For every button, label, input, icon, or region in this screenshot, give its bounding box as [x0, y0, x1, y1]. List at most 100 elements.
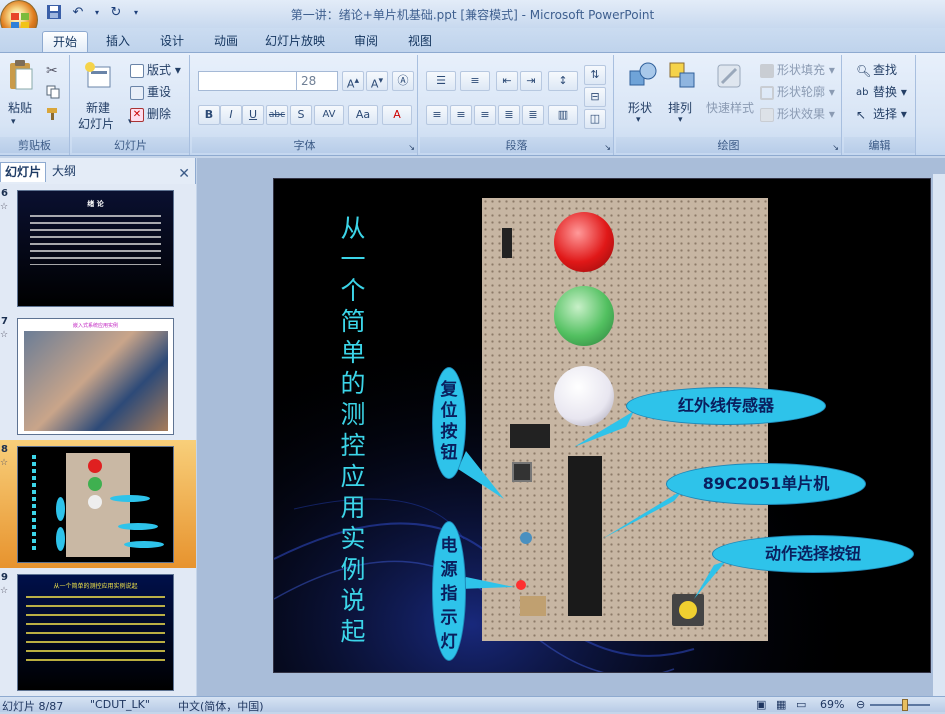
delete-button[interactable]: ✕ 删除: [130, 105, 171, 122]
normal-view-icon[interactable]: ▣: [756, 698, 766, 711]
callout-text: 复位按钮: [440, 380, 458, 463]
format-painter-icon[interactable]: [46, 107, 60, 124]
theme-name: "CDUT_LK": [90, 698, 150, 711]
align-text-icon[interactable]: ⊟: [584, 87, 606, 107]
arrange-dropdown-icon[interactable]: ▾: [678, 115, 683, 125]
vertical-scrollbar[interactable]: [932, 174, 945, 696]
thumbnail-row-9[interactable]: 9 ☆ 从一个简单的测控应用实例说起: [0, 568, 196, 696]
italic-button[interactable]: I: [220, 105, 242, 125]
slide-thumbnail[interactable]: 绪 论: [17, 190, 174, 307]
select-button[interactable]: ↖ 选择 ▾: [856, 105, 907, 122]
drawing-dialog-launcher-icon[interactable]: ↘: [832, 143, 839, 152]
shape-effects-label: 形状效果: [777, 107, 826, 121]
slide-thumbnail[interactable]: 嵌入式系统应用实例: [17, 318, 174, 435]
shapes-icon[interactable]: [628, 61, 658, 91]
line-spacing-icon[interactable]: ↕: [548, 71, 578, 91]
thumbnail-callout: [56, 527, 65, 551]
font-name-combo[interactable]: [198, 71, 298, 91]
numbering-icon[interactable]: ≡: [460, 71, 490, 91]
shape-effects-button[interactable]: 形状效果 ▾: [760, 105, 835, 122]
reset-button[interactable]: 重设: [130, 83, 171, 100]
new-slide-label[interactable]: 新建: [86, 99, 110, 116]
animation-star-icon: ☆: [0, 330, 9, 340]
zoom-out-icon[interactable]: ⊖: [856, 698, 865, 711]
close-icon[interactable]: ✕: [178, 166, 190, 182]
smartart-icon[interactable]: ◫: [584, 109, 606, 129]
tab-insert[interactable]: 插入: [96, 31, 140, 52]
change-case-button[interactable]: Aa: [348, 105, 378, 125]
tab-view[interactable]: 视图: [398, 31, 442, 52]
align-right-icon[interactable]: ≡: [474, 105, 496, 125]
replace-button[interactable]: ab 替换 ▾: [856, 83, 907, 100]
tab-animations[interactable]: 动画: [204, 31, 248, 52]
slide-sorter-icon[interactable]: ▦: [776, 698, 786, 711]
zoom-slider[interactable]: [870, 699, 930, 711]
strikethrough-button[interactable]: abc: [266, 105, 288, 125]
zoom-level[interactable]: 69%: [820, 698, 844, 711]
paste-button[interactable]: 粘贴: [8, 99, 32, 116]
columns-icon[interactable]: ▥: [548, 105, 578, 125]
decrease-indent-icon[interactable]: ⇤: [496, 71, 518, 91]
slide-thumbnails: 6 ☆ 绪 论 7 ☆ 嵌入式系统应用实例 8 ☆ 9 ☆ 从一个简单的测控应用…: [0, 184, 196, 696]
shape-outline-button[interactable]: 形状轮廓 ▾: [760, 83, 835, 100]
cut-icon[interactable]: ✂: [46, 63, 58, 79]
paragraph-dialog-launcher-icon[interactable]: ↘: [604, 143, 611, 152]
shrink-font-icon[interactable]: A▾: [366, 71, 388, 91]
tab-review[interactable]: 审阅: [344, 31, 388, 52]
slide-thumbnail[interactable]: [17, 446, 174, 563]
bullets-icon[interactable]: ☰: [426, 71, 456, 91]
slide-canvas: 从一个简单的测控应用实例说起 复位按钮 红外线传感器 89C2051单片机 电源…: [197, 158, 945, 696]
find-icon: 🔍︎: [856, 63, 872, 78]
tab-slideshow[interactable]: 幻灯片放映: [260, 31, 330, 52]
zoom-slider-thumb[interactable]: [902, 699, 908, 711]
font-dialog-launcher-icon[interactable]: ↘: [408, 143, 415, 152]
tab-slides-panel[interactable]: 幻灯片: [0, 162, 47, 182]
grow-font-icon[interactable]: A▴: [342, 71, 364, 91]
new-slide-icon[interactable]: [84, 61, 112, 91]
thumbnail-row-8[interactable]: 8 ☆: [0, 440, 196, 568]
quick-styles-button[interactable]: 快速样式: [706, 99, 754, 116]
paste-dropdown-icon[interactable]: ▾: [11, 117, 16, 127]
tab-home[interactable]: 开始: [42, 31, 88, 52]
animation-star-icon: ☆: [0, 458, 9, 468]
slide-number: 8: [1, 444, 8, 455]
slideshow-view-icon[interactable]: ▭: [796, 698, 806, 711]
drawing-group-label: 绘图: [616, 137, 841, 153]
shadow-button[interactable]: S: [290, 105, 312, 125]
replace-icon: ab: [856, 86, 869, 98]
tab-design[interactable]: 设计: [150, 31, 194, 52]
distributed-icon[interactable]: ≣: [522, 105, 544, 125]
justify-icon[interactable]: ≣: [498, 105, 520, 125]
slide-thumbnail[interactable]: 从一个简单的测控应用实例说起: [17, 574, 174, 691]
font-size-combo[interactable]: 28: [296, 71, 338, 91]
clear-format-icon[interactable]: Ⓐ: [392, 71, 414, 91]
font-color-button[interactable]: A: [382, 105, 412, 125]
thumbnail-row-6[interactable]: 6 ☆ 绪 论: [0, 184, 196, 312]
arrange-icon[interactable]: [668, 61, 698, 91]
shapes-button[interactable]: 形状: [628, 99, 652, 116]
thumbnail-led-white: [88, 495, 102, 509]
current-slide[interactable]: 从一个简单的测控应用实例说起 复位按钮 红外线传感器 89C2051单片机 电源…: [273, 178, 931, 673]
arrange-button[interactable]: 排列: [668, 99, 692, 116]
callout-text: 红外线传感器: [677, 396, 774, 415]
layout-icon: [130, 63, 144, 78]
layout-button[interactable]: 版式 ▾: [130, 61, 181, 78]
increase-indent-icon[interactable]: ⇥: [520, 71, 542, 91]
thumbnail-row-7[interactable]: 7 ☆ 嵌入式系统应用实例: [0, 312, 196, 440]
quick-styles-icon[interactable]: [714, 61, 744, 91]
align-left-icon[interactable]: ≡: [426, 105, 448, 125]
align-center-icon[interactable]: ≡: [450, 105, 472, 125]
find-button[interactable]: 🔍︎ 查找: [856, 61, 897, 78]
copy-icon[interactable]: [46, 85, 60, 102]
paragraph-group: ☰ ≡ ⇤ ⇥ ↕ ⇅ ⊟ ≡ ≡ ≡ ≣ ≣ ▥ ◫ 段落 ↘: [420, 55, 614, 155]
paste-icon[interactable]: [8, 59, 34, 91]
text-direction-icon[interactable]: ⇅: [584, 65, 606, 85]
shapes-dropdown-icon[interactable]: ▾: [636, 115, 641, 125]
new-slide-label-2[interactable]: 幻灯片: [78, 115, 114, 132]
underline-button[interactable]: U: [242, 105, 264, 125]
char-spacing-button[interactable]: AV: [314, 105, 344, 125]
shape-fill-button[interactable]: 形状填充 ▾: [760, 61, 835, 78]
tab-outline-panel[interactable]: 大纲: [48, 162, 80, 182]
bold-button[interactable]: B: [198, 105, 220, 125]
slide-number: 7: [1, 316, 8, 327]
